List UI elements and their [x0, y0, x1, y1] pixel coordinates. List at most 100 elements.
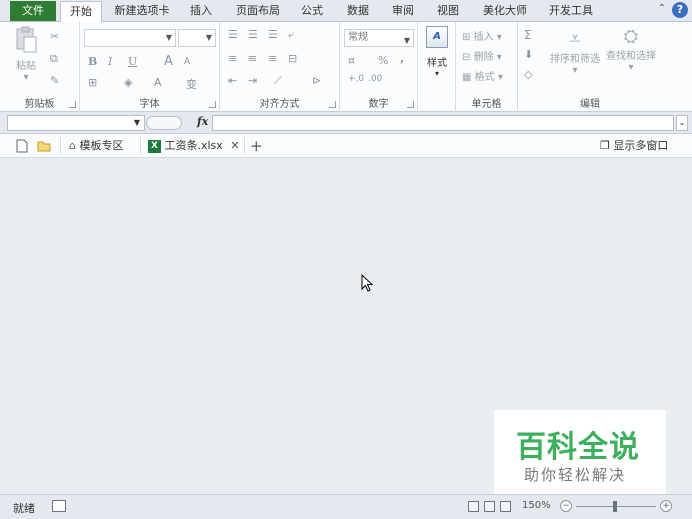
watermark-logo: 百科全说 助你轻松解决 [494, 410, 666, 494]
insert-cells-icon: ⊞ [462, 32, 471, 43]
font-color-button[interactable]: A [154, 76, 162, 89]
sort-filter-button[interactable]: ⩡ 排序和筛选 ▾ [548, 26, 602, 76]
formula-divider[interactable] [146, 116, 182, 130]
shrink-font-button[interactable]: A [184, 57, 190, 67]
insert-function-button[interactable]: fx [197, 115, 208, 128]
underline-button[interactable]: U [128, 55, 137, 68]
new-document-icon[interactable] [16, 134, 28, 158]
page-break-view-icon[interactable] [500, 501, 511, 512]
tab-developer[interactable]: 开发工具 [543, 1, 599, 22]
number-format-combo[interactable]: 常规 ▼ [344, 29, 414, 47]
zoom-slider-thumb[interactable] [613, 501, 617, 512]
paste-dropdown-icon[interactable]: ▾ [10, 72, 42, 83]
find-select-button[interactable]: ⛭ 查找和选择 ▾ [604, 26, 658, 73]
close-icon[interactable]: ✕ [230, 139, 239, 152]
fill-color-icon[interactable]: ◈ [124, 76, 132, 89]
group-cells: ⊞ 插入 ▾ ⊟ 删除 ▾ ▦ 格式 ▾ 单元格 [456, 22, 518, 112]
tab-formulas[interactable]: 公式 [294, 1, 330, 22]
group-number: 常规 ▼ ¤ % , +.0 .00 数字 [340, 22, 418, 112]
wrap-text-icon[interactable]: ⤶ [288, 28, 294, 42]
name-box[interactable]: ▼ [7, 115, 145, 131]
insert-cells-button[interactable]: ⊞ 插入 ▾ [462, 28, 502, 43]
chevron-down-icon[interactable]: ▼ [134, 118, 140, 127]
comma-button[interactable]: , [400, 52, 404, 65]
multi-window-button[interactable]: ❐ 显示多窗口 [600, 134, 668, 158]
templates-label: 模板专区 [79, 139, 124, 152]
formula-input[interactable] [212, 115, 674, 131]
home-icon: ⌂ [69, 139, 76, 152]
page-layout-view-icon[interactable] [484, 501, 495, 512]
grow-font-button[interactable]: A [164, 54, 173, 69]
zoom-level[interactable]: 150% [522, 500, 551, 511]
align-center-icon[interactable]: ≡ [248, 52, 257, 65]
font-group-label: 字体 [139, 99, 160, 110]
chevron-down-icon: ▼ [165, 33, 172, 42]
clipboard-launcher-icon[interactable] [69, 101, 76, 108]
editing-group-label: 编辑 [580, 99, 600, 110]
decrease-indent-icon[interactable]: ⇤ [228, 74, 237, 87]
tab-insert[interactable]: 插入 [183, 1, 219, 22]
decrease-decimal-icon[interactable]: .00 [368, 74, 382, 84]
alignment-group-label: 对齐方式 [259, 99, 300, 110]
tab-new[interactable]: 新建选项卡 [108, 1, 176, 22]
italic-button[interactable]: I [108, 55, 112, 68]
increase-decimal-icon[interactable]: +.0 [348, 74, 364, 84]
alignment-launcher-icon[interactable] [329, 101, 336, 108]
currency-icon[interactable]: ¤ [348, 54, 355, 67]
paste-button[interactable]: 粘贴 ▾ [10, 26, 42, 83]
delete-cells-button[interactable]: ⊟ 删除 ▾ [462, 48, 502, 63]
font-launcher-icon[interactable] [209, 101, 216, 108]
tab-beautify[interactable]: 美化大师 [477, 1, 533, 22]
phonetic-button[interactable]: 变 [186, 76, 197, 92]
align-middle-icon[interactable]: ☰ [248, 28, 258, 41]
clear-icon[interactable]: ◇ [524, 68, 532, 81]
document-tab-bar: ⌂ 模板专区 X 工资条.xlsx ✕ + ❐ 显示多窗口 [0, 134, 692, 158]
orientation-icon[interactable]: ⟋ [274, 74, 282, 88]
align-left-icon[interactable]: ≡ [228, 52, 237, 65]
styles-icon: A [426, 26, 448, 48]
format-painter-icon[interactable]: ✎ [50, 74, 59, 87]
fill-icon[interactable]: ⬇ [524, 48, 533, 61]
status-bar: 就绪 150% − + [0, 494, 692, 519]
help-icon[interactable]: ? [672, 2, 688, 18]
percent-button[interactable]: % [378, 54, 388, 67]
tab-home[interactable]: 开始 [60, 1, 102, 23]
tab-view[interactable]: 视图 [430, 1, 466, 22]
align-right-icon[interactable]: ≡ [268, 52, 277, 65]
tab-file[interactable]: 文件 [10, 1, 56, 21]
font-size-combo[interactable]: ▼ [178, 29, 216, 47]
zoom-out-button[interactable]: − [560, 500, 572, 512]
styles-button[interactable]: A 样式 ▾ [422, 26, 452, 78]
cut-icon[interactable]: ✂ [50, 30, 59, 43]
tab-page-layout[interactable]: 页面布局 [230, 1, 286, 22]
increase-indent-icon[interactable]: ⇥ [248, 74, 257, 87]
add-tab-button[interactable]: + [250, 134, 263, 158]
merge-center-icon[interactable]: ⊟ [288, 52, 297, 65]
autosum-button[interactable]: Σ [524, 28, 532, 42]
insert-label: 插入 [473, 32, 494, 43]
tab-review[interactable]: 审阅 [385, 1, 421, 22]
group-font: ▼ ▼ B I U A A ⊞ ◈ A 变 字体 [80, 22, 220, 112]
font-name-combo[interactable]: ▼ [84, 29, 176, 47]
expand-formula-icon[interactable]: ⌄ [676, 115, 688, 131]
align-bottom-icon[interactable]: ☰ [268, 28, 278, 41]
collapse-ribbon-icon[interactable]: ⌃ [658, 3, 666, 14]
zoom-in-button[interactable]: + [660, 500, 672, 512]
tab-templates[interactable]: ⌂ 模板专区 [69, 134, 123, 158]
copy-icon[interactable]: ⧉ [50, 52, 58, 66]
text-direction-icon[interactable]: ⊳ [312, 74, 321, 87]
folder-icon[interactable] [37, 134, 51, 158]
number-launcher-icon[interactable] [407, 101, 414, 108]
tab-workbook[interactable]: X 工资条.xlsx ✕ [148, 134, 244, 158]
paste-icon [16, 26, 37, 53]
bold-button[interactable]: B [88, 55, 97, 68]
excel-window: 文件 开始 新建选项卡 插入 页面布局 公式 数据 审阅 视图 美化大师 开发工… [0, 0, 692, 519]
format-cells-button[interactable]: ▦ 格式 ▾ [462, 68, 503, 83]
find-select-label: 查找和选择 [606, 51, 656, 62]
macro-record-icon[interactable] [52, 500, 66, 512]
align-top-icon[interactable]: ☰ [228, 28, 238, 41]
borders-icon[interactable]: ⊞ [88, 76, 97, 89]
find-dropdown-icon: ▾ [628, 62, 634, 73]
tab-data[interactable]: 数据 [340, 1, 376, 22]
normal-view-icon[interactable] [468, 501, 479, 512]
